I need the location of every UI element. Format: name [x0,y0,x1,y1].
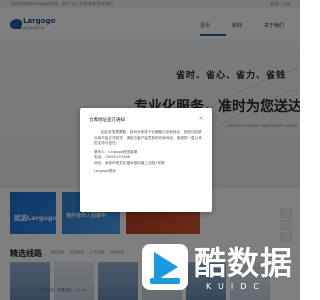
dialog-signature: Largogo物流 [94,168,116,173]
watermark: 酷数据 KUIDC [140,232,300,300]
dialog-paragraph: 因业务发展需要，我司仓库将于近期搬迁至新地址，自即日起新仓库开始正式收货，请各位… [94,130,202,146]
notice-dialog: 仓库地址变迁通知 × 因业务发展需要，我司仓库将于近期搬迁至新地址，自即日起新仓… [80,108,212,212]
dialog-address: 地址：深圳市宝安区福永镇凤凰工业园1号楼 [94,160,165,165]
watermark-badge-icon [142,244,188,290]
dialog-title: 仓库地址变迁通知 [89,118,125,123]
watermark-text: 酷数据 [194,244,294,282]
close-icon[interactable]: × [197,115,205,123]
watermark-subtext: KUIDC [206,282,266,291]
dialog-body: 因业务发展需要，我司仓库将于近期搬迁至新地址，自即日起新仓库开始正式收货，请各位… [94,130,202,174]
